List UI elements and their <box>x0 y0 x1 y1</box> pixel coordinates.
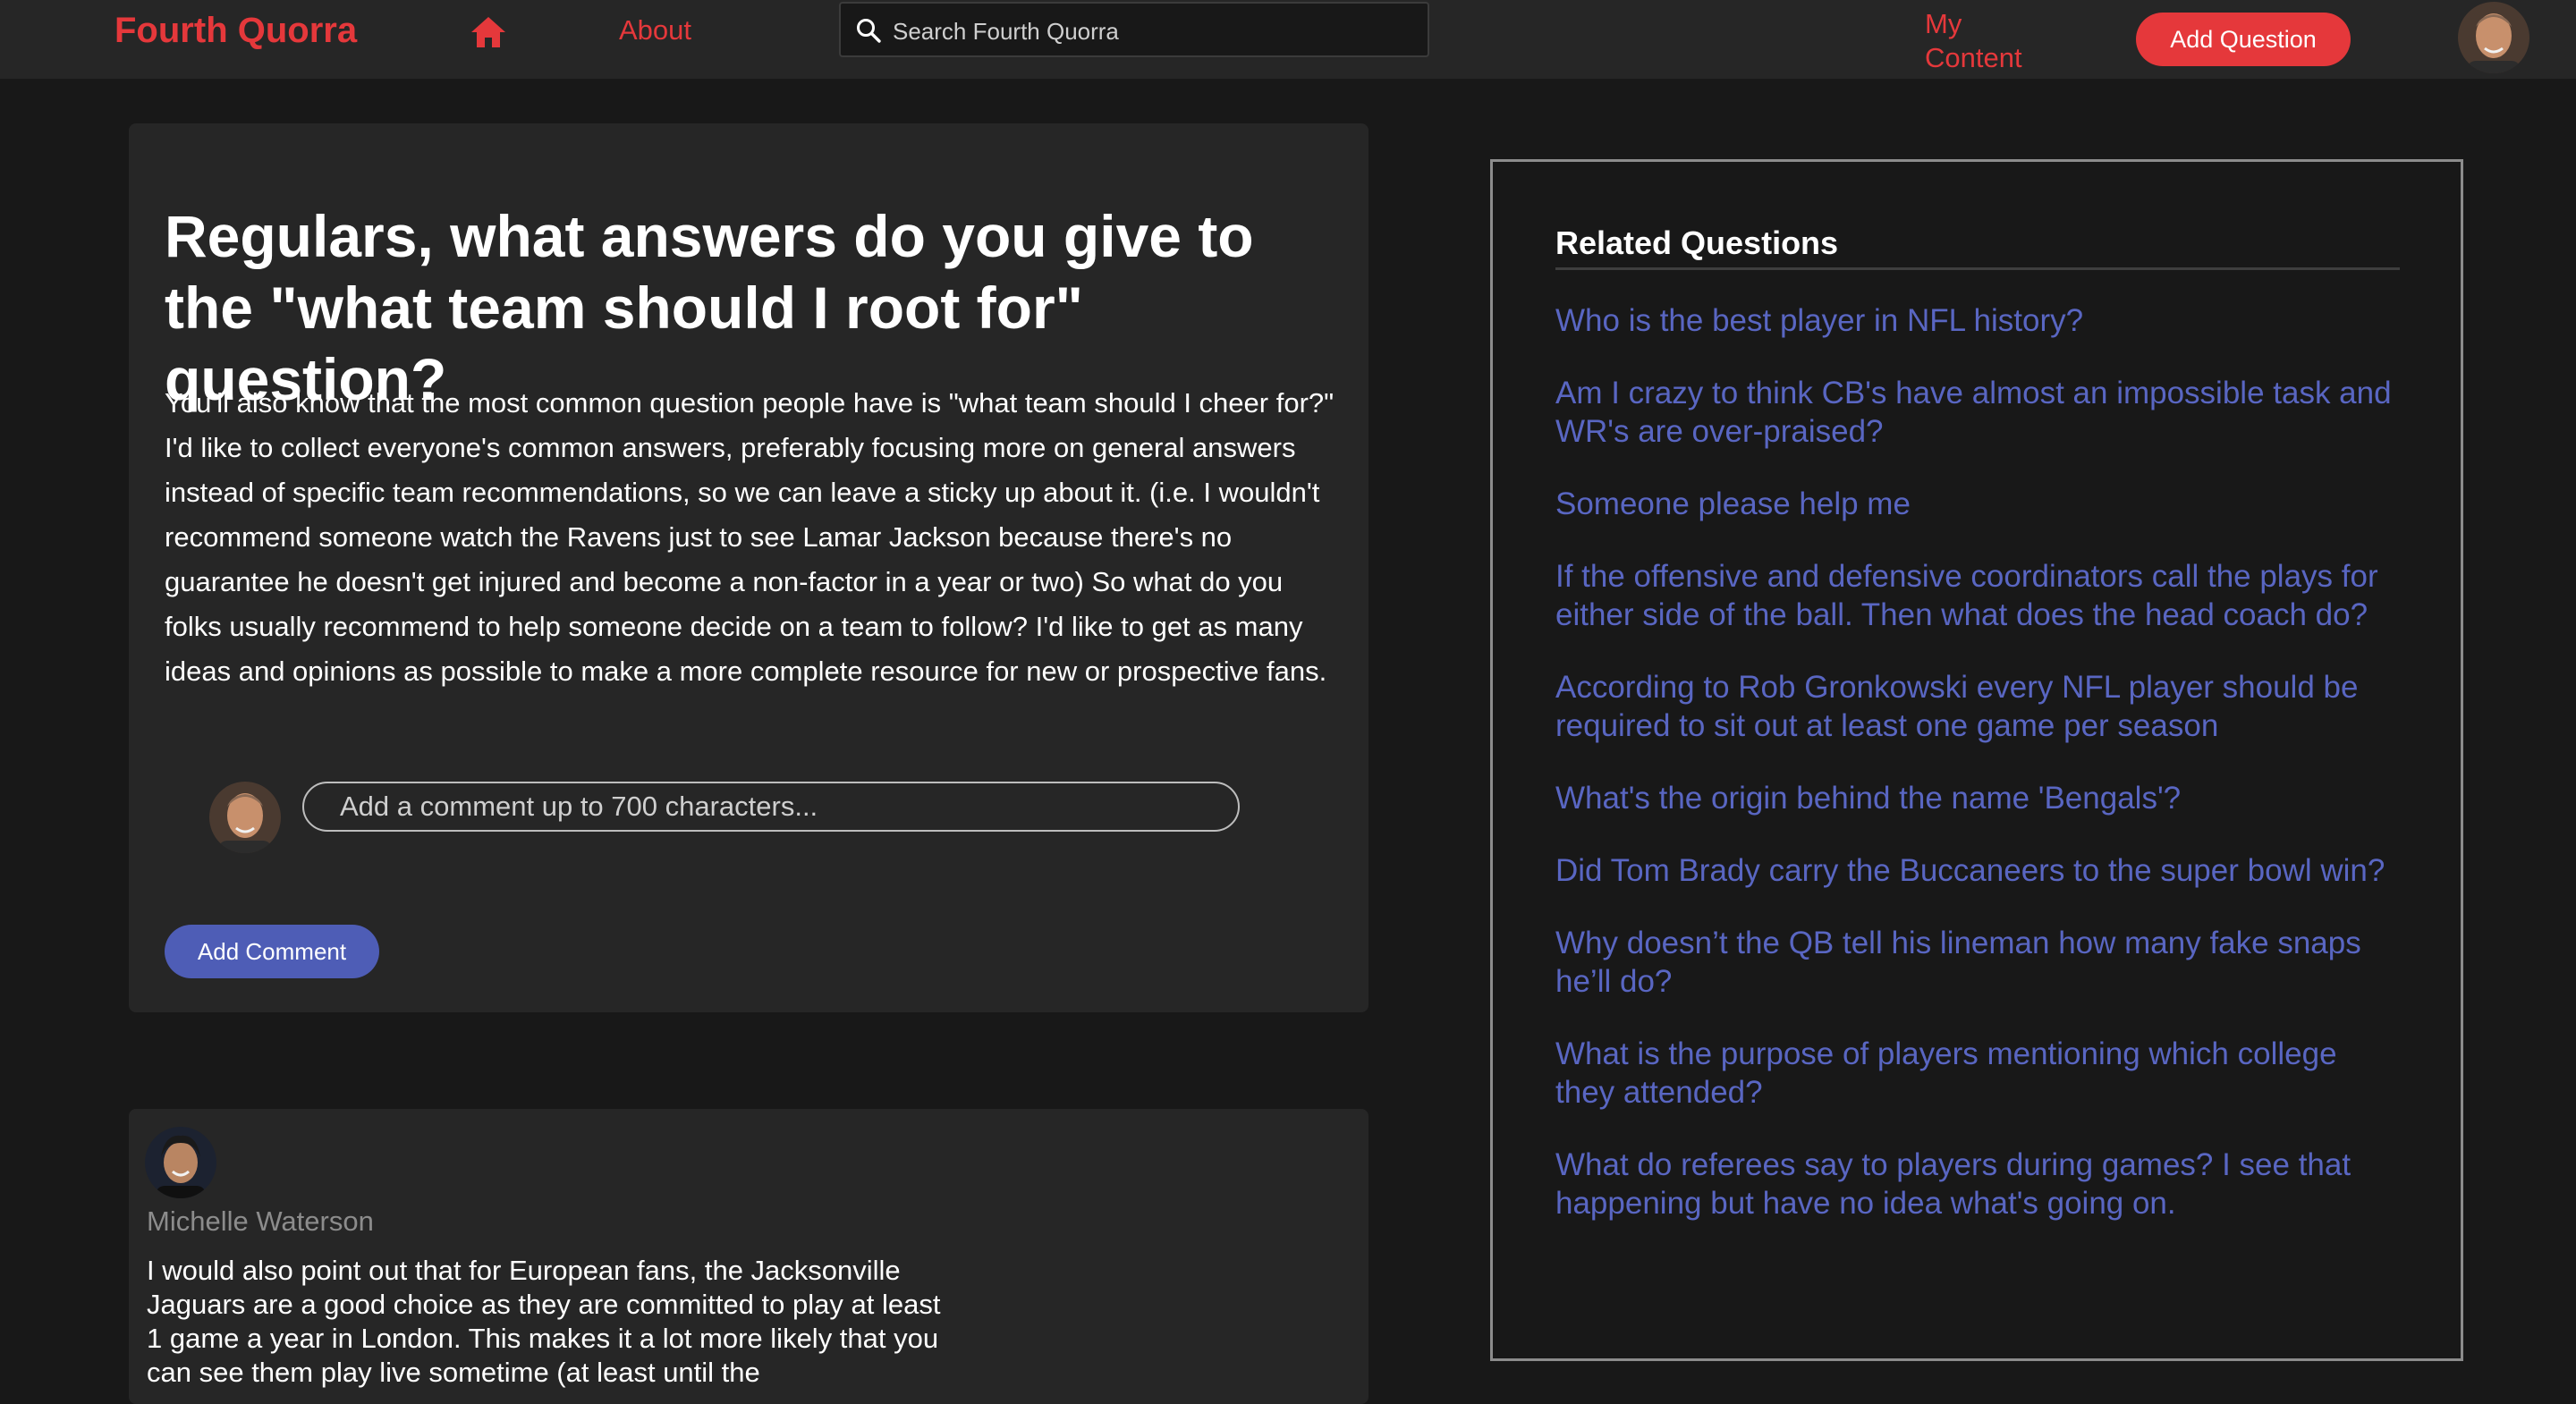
add-comment-button[interactable]: Add Comment <box>165 925 379 978</box>
question-card: Regulars, what answers do you give to th… <box>129 123 1368 1012</box>
about-link[interactable]: About <box>619 14 691 47</box>
related-questions-panel: Related Questions Who is the best player… <box>1490 159 2463 1361</box>
related-question-link[interactable]: What is the purpose of players mentionin… <box>1555 1035 2400 1112</box>
answer-card: Michelle Waterson I would also point out… <box>129 1109 1368 1404</box>
search-icon <box>855 17 882 44</box>
answer-text: I would also point out that for European… <box>147 1255 941 1388</box>
top-navbar: Fourth Quorra About My Content Add Quest… <box>0 0 2576 80</box>
question-body: You'll also know that the most common qu… <box>165 387 1335 687</box>
related-question-link[interactable]: Who is the best player in NFL history? <box>1555 301 2400 340</box>
related-question-link[interactable]: What do referees say to players during g… <box>1555 1146 2400 1222</box>
add-question-button[interactable]: Add Question <box>2136 13 2351 66</box>
brand-logo[interactable]: Fourth Quorra <box>114 11 357 51</box>
related-question-link[interactable]: What's the origin behind the name 'Benga… <box>1555 779 2400 817</box>
comment-input[interactable] <box>302 782 1240 832</box>
related-question-link[interactable]: Did Tom Brady carry the Buccaneers to th… <box>1555 851 2400 890</box>
related-question-link[interactable]: Am I crazy to think CB's have almost an … <box>1555 374 2400 451</box>
related-questions-list: Who is the best player in NFL history? A… <box>1555 301 2400 1256</box>
related-question-link[interactable]: Why doesn’t the QB tell his lineman how … <box>1555 924 2400 1001</box>
search-input[interactable] <box>891 11 1413 52</box>
commenter-avatar <box>209 782 281 853</box>
related-question-link[interactable]: Someone please help me <box>1555 485 2400 523</box>
answer-author-avatar[interactable] <box>145 1127 216 1198</box>
related-questions-heading: Related Questions <box>1555 224 2400 270</box>
related-question-link[interactable]: According to Rob Gronkowski every NFL pl… <box>1555 668 2400 745</box>
search-bar <box>839 2 1429 57</box>
answer-author-name[interactable]: Michelle Waterson <box>147 1205 374 1238</box>
user-avatar[interactable] <box>2458 2 2529 73</box>
my-content-link[interactable]: My Content <box>1925 7 2050 75</box>
home-icon[interactable] <box>469 14 508 50</box>
related-question-link[interactable]: If the offensive and defensive coordinat… <box>1555 557 2400 634</box>
